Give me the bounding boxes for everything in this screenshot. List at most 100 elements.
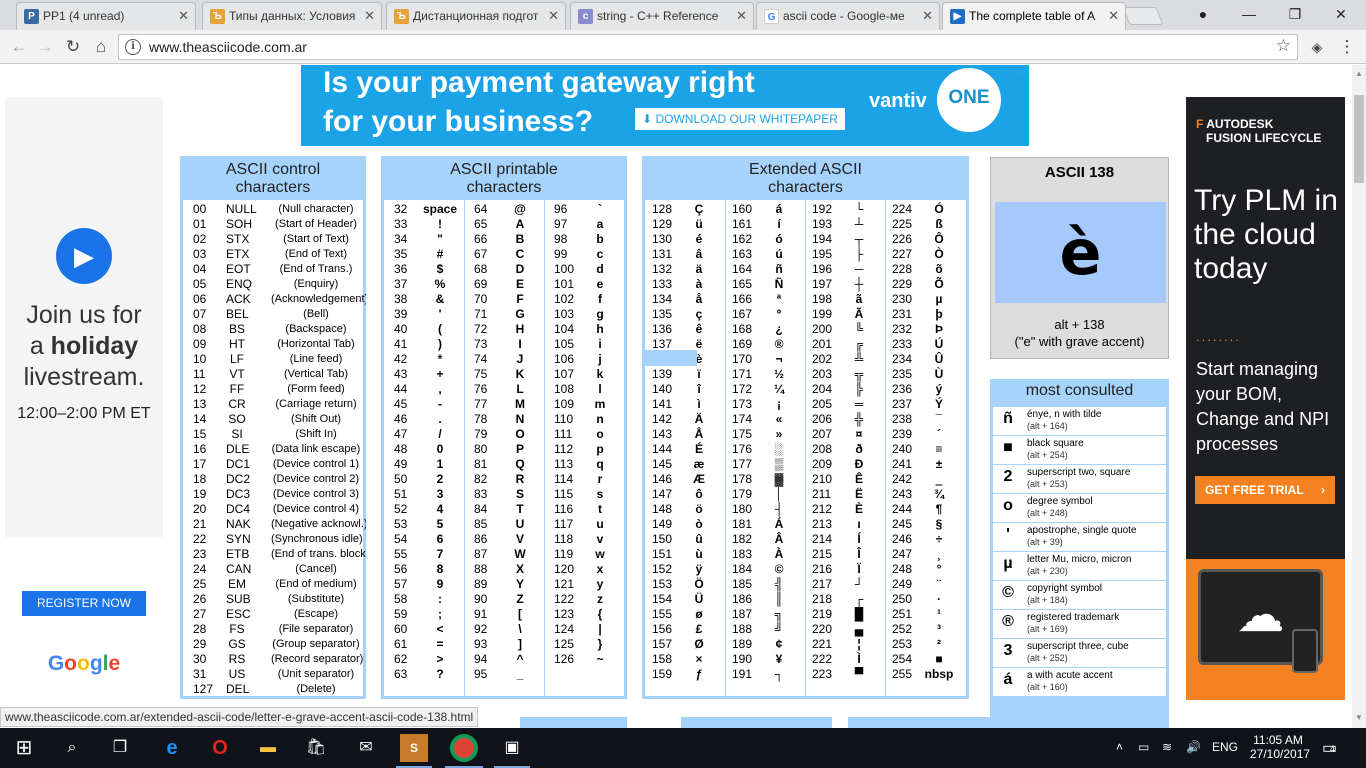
forward-icon[interactable]: →: [32, 34, 58, 60]
table-row[interactable]: 249 ¨: [885, 577, 965, 592]
table-row[interactable]: 203 ╦: [805, 367, 885, 382]
table-row[interactable]: 173 ¡: [725, 397, 805, 412]
table-row[interactable]: 127 DEL (Delete): [183, 682, 363, 697]
table-row[interactable]: 129 ü: [645, 217, 725, 232]
table-row[interactable]: 15 SI (Shift In): [183, 427, 363, 442]
most-consulted-item[interactable]: ■ black square (alt + 254): [993, 436, 1166, 464]
table-row[interactable]: 64 @: [464, 202, 544, 217]
table-row[interactable]: 62 >: [384, 652, 464, 667]
table-row[interactable]: 111 o: [544, 427, 624, 442]
table-row[interactable]: 237 Ý: [885, 397, 965, 412]
table-row[interactable]: 169 ®: [725, 337, 805, 352]
photos-icon[interactable]: ▣: [498, 734, 526, 762]
table-row[interactable]: 118 v: [544, 532, 624, 547]
table-row[interactable]: 235 Ù: [885, 367, 965, 382]
table-row[interactable]: 159 ƒ: [645, 667, 725, 682]
table-row[interactable]: 01 SOH (Start of Header): [183, 217, 363, 232]
table-row[interactable]: 54 6: [384, 532, 464, 547]
table-row[interactable]: 36 $: [384, 262, 464, 277]
table-row[interactable]: 218 ┌: [805, 592, 885, 607]
table-row[interactable]: 248 °: [885, 562, 965, 577]
table-row[interactable]: 31 US (Unit separator): [183, 667, 363, 682]
table-row[interactable]: 25 EM (End of medium): [183, 577, 363, 592]
table-row[interactable]: 208 ð: [805, 442, 885, 457]
sublime-icon[interactable]: S: [400, 734, 428, 762]
table-row[interactable]: 77 M: [464, 397, 544, 412]
table-row[interactable]: 171 ½: [725, 367, 805, 382]
table-row[interactable]: 29 GS (Group separator): [183, 637, 363, 652]
info-icon[interactable]: i: [125, 39, 141, 55]
table-row[interactable]: 143 Å: [645, 427, 725, 442]
file-explorer-icon[interactable]: ▬: [254, 734, 282, 762]
table-row[interactable]: 226 Ô: [885, 232, 965, 247]
table-row[interactable]: 57 9: [384, 577, 464, 592]
table-row[interactable]: 242 ‗: [885, 472, 965, 487]
windows-start-icon[interactable]: ⊞: [8, 734, 40, 762]
table-row[interactable]: 40 (: [384, 322, 464, 337]
bookmark-star-icon[interactable]: ☆: [1276, 36, 1291, 56]
table-row[interactable]: 28 FS (File separator): [183, 622, 363, 637]
table-row[interactable]: 234 Û: [885, 352, 965, 367]
table-row[interactable]: 26 SUB (Substitute): [183, 592, 363, 607]
table-row[interactable]: 131 â: [645, 247, 725, 262]
table-row[interactable]: 141 ì: [645, 397, 725, 412]
most-consulted-item[interactable]: ñ énye, n with tilde (alt + 164): [993, 407, 1166, 435]
most-consulted-item[interactable]: µ letter Mu, micro, micron (alt + 230): [993, 552, 1166, 580]
table-row[interactable]: 152 ÿ: [645, 562, 725, 577]
network-icon[interactable]: ▭: [1138, 740, 1149, 754]
table-row[interactable]: 101 e: [544, 277, 624, 292]
table-row[interactable]: 112 p: [544, 442, 624, 457]
table-row[interactable]: 150 û: [645, 532, 725, 547]
table-row[interactable]: 232 Þ: [885, 322, 965, 337]
table-row[interactable]: 109 m: [544, 397, 624, 412]
table-row[interactable]: 255 nbsp: [885, 667, 965, 682]
table-row[interactable]: 90 Z: [464, 592, 544, 607]
table-row[interactable]: 19 DC3 (Device control 3): [183, 487, 363, 502]
table-row[interactable]: 200 ╚: [805, 322, 885, 337]
table-row[interactable]: 246 ÷: [885, 532, 965, 547]
scroll-down-icon[interactable]: ▼: [1355, 713, 1363, 722]
close-icon[interactable]: ✕: [922, 3, 933, 29]
table-row[interactable]: 121 y: [544, 577, 624, 592]
table-row[interactable]: 250 ·: [885, 592, 965, 607]
table-row[interactable]: 12 FF (Form feed): [183, 382, 363, 397]
table-row[interactable]: 252 ³: [885, 622, 965, 637]
table-row[interactable]: 212 È: [805, 502, 885, 517]
table-row[interactable]: 210 Ê: [805, 472, 885, 487]
table-row[interactable]: 91 [: [464, 607, 544, 622]
table-row[interactable]: 105 i: [544, 337, 624, 352]
table-row[interactable]: 98 b: [544, 232, 624, 247]
table-row[interactable]: 165 Ñ: [725, 277, 805, 292]
table-row[interactable]: 113 q: [544, 457, 624, 472]
table-row[interactable]: 52 4: [384, 502, 464, 517]
top-banner-ad[interactable]: Is your payment gateway right for your bu…: [301, 65, 1029, 146]
table-row[interactable]: 139 ï: [645, 367, 725, 382]
table-row[interactable]: 104 h: [544, 322, 624, 337]
table-row[interactable]: 233 Ú: [885, 337, 965, 352]
table-row[interactable]: 38 &: [384, 292, 464, 307]
table-row[interactable]: 09 HT (Horizontal Tab): [183, 337, 363, 352]
table-row[interactable]: 102 f: [544, 292, 624, 307]
table-row[interactable]: 238 ¯: [885, 412, 965, 427]
table-row[interactable]: 166 ª: [725, 292, 805, 307]
table-row[interactable]: 185 ╣: [725, 577, 805, 592]
table-row[interactable]: 202 ╩: [805, 352, 885, 367]
table-row[interactable]: 76 L: [464, 382, 544, 397]
notifications-icon[interactable]: ▭ 4: [1322, 738, 1337, 758]
most-consulted-item[interactable]: ® registered trademark (alt + 169): [993, 610, 1166, 638]
table-row[interactable]: 30 RS (Record separator): [183, 652, 363, 667]
table-row[interactable]: 240 ≡: [885, 442, 965, 457]
search-icon[interactable]: ⌕: [58, 734, 86, 762]
table-row[interactable]: 146 Æ: [645, 472, 725, 487]
table-row[interactable]: 99 c: [544, 247, 624, 262]
most-consulted-item[interactable]: o degree symbol (alt + 248): [993, 494, 1166, 522]
table-row[interactable]: 87 W: [464, 547, 544, 562]
table-row[interactable]: 223 ▀: [805, 667, 885, 682]
table-row[interactable]: 158 ×: [645, 652, 725, 667]
edge-icon[interactable]: e: [158, 734, 186, 762]
menu-icon[interactable]: ⋮: [1334, 34, 1360, 60]
table-row[interactable]: 125}: [544, 637, 624, 652]
table-row[interactable]: 110 n: [544, 412, 624, 427]
show-hidden-icons-icon[interactable]: ˄: [1116, 740, 1123, 754]
table-row[interactable]: 162 ó: [725, 232, 805, 247]
